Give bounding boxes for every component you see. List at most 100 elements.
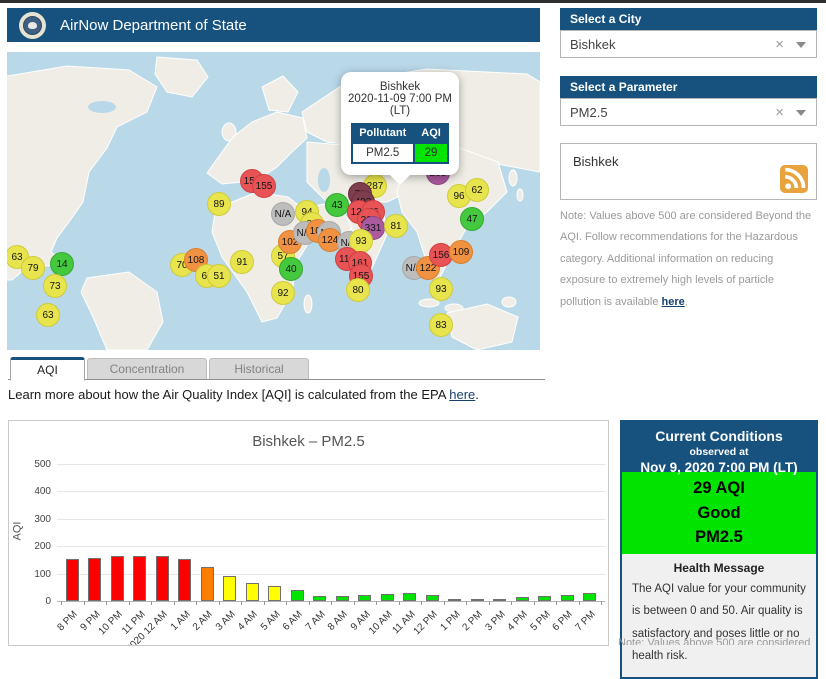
- x-tick: [601, 601, 602, 605]
- current-conditions-title: Current Conditions: [655, 428, 783, 444]
- world-aqi-map[interactable]: 6379147363891561557010869519157102N/A948…: [7, 52, 540, 350]
- aqi-parameter: PM2.5: [695, 528, 743, 547]
- bar-11-pm[interactable]: [133, 556, 147, 601]
- bar-6-am[interactable]: [290, 590, 304, 601]
- bar-1-pm[interactable]: [448, 599, 462, 601]
- map-marker-aqi[interactable]: 73: [43, 274, 67, 298]
- map-marker-aqi[interactable]: 155: [252, 174, 276, 198]
- tabs-underline: [8, 379, 545, 380]
- bar-5-pm[interactable]: [538, 596, 552, 601]
- chart-gridline: [57, 491, 605, 493]
- bar-5-am[interactable]: [268, 586, 282, 601]
- chart-title: Bishkek – PM2.5: [252, 433, 365, 450]
- popup-timezone: (LT): [389, 105, 411, 117]
- city-clear-icon[interactable]: ×: [775, 37, 784, 52]
- bar-8-pm[interactable]: [65, 559, 79, 601]
- select-parameter-header: Select a Parameter: [560, 76, 817, 98]
- bar-1-am[interactable]: [178, 559, 192, 601]
- map-marker-aqi[interactable]: 92: [271, 281, 295, 305]
- learn-more-link[interactable]: here: [449, 387, 475, 402]
- bar-2020-12-am[interactable]: [155, 556, 169, 601]
- map-marker-aqi[interactable]: 43: [325, 193, 349, 217]
- chart-gridline: [57, 464, 605, 465]
- bar-10-pm[interactable]: [110, 556, 124, 601]
- x-tick: [466, 601, 467, 605]
- bar-10-am[interactable]: [380, 594, 394, 601]
- tab-historical[interactable]: Historical: [209, 358, 309, 379]
- map-marker-aqi[interactable]: 83: [429, 313, 453, 337]
- parameter-select-value: PM2.5: [570, 104, 608, 120]
- health-message-body: The AQI value for your community is betw…: [632, 583, 806, 663]
- map-marker-aqi[interactable]: 93: [429, 277, 453, 301]
- map-marker-aqi[interactable]: 63: [36, 303, 60, 327]
- feed-city-label: Bishkek: [573, 154, 619, 169]
- tab-aqi[interactable]: AQI: [10, 357, 85, 381]
- tab-concentration[interactable]: Concentration: [87, 358, 207, 379]
- bar-4-am[interactable]: [245, 583, 259, 601]
- learn-more-text: Learn more about how the Air Quality Ind…: [8, 387, 479, 402]
- x-tick: [421, 601, 422, 605]
- popup-pollutant-value: PM2.5: [350, 142, 415, 164]
- bar-8-am[interactable]: [335, 596, 349, 601]
- sidebar-note: Note: Values above 500 are considered Be…: [560, 206, 818, 313]
- city-feed-box: Bishkek: [560, 143, 817, 200]
- popup-aqi-value: 29: [412, 142, 450, 164]
- map-marker-aqi[interactable]: 91: [230, 250, 254, 274]
- x-tick: [534, 601, 535, 605]
- parameter-clear-icon[interactable]: ×: [775, 105, 784, 120]
- map-marker-aqi[interactable]: 81: [384, 214, 408, 238]
- rss-feed-icon[interactable]: [780, 165, 808, 193]
- y-tick-label: 200: [34, 541, 51, 553]
- aqi-category: Good: [697, 503, 741, 522]
- popup-col-pollutant: Pollutant: [351, 123, 415, 144]
- x-tick: [579, 601, 580, 605]
- bar-3-pm[interactable]: [493, 599, 507, 601]
- aqi-status-badge: 29 AQI Good PM2.5: [622, 472, 816, 554]
- map-marker-aqi[interactable]: 109: [449, 240, 473, 264]
- x-tick: [174, 601, 175, 605]
- popup-col-aqi: AQI: [413, 123, 449, 144]
- city-select-value: Bishkek: [570, 36, 616, 52]
- bar-2-pm[interactable]: [470, 599, 484, 601]
- bar-9-am[interactable]: [358, 595, 372, 601]
- x-tick: [61, 601, 62, 605]
- x-tick: [241, 601, 242, 605]
- bar-11-am[interactable]: [403, 593, 417, 601]
- chevron-down-icon[interactable]: [796, 109, 806, 121]
- chevron-down-icon[interactable]: [796, 41, 806, 53]
- map-marker-aqi[interactable]: 62: [465, 178, 489, 202]
- x-tick: [106, 601, 107, 605]
- city-select[interactable]: Bishkek ×: [560, 30, 817, 58]
- map-marker-aqi[interactable]: 89: [207, 192, 231, 216]
- bar-12-pm[interactable]: [425, 595, 439, 601]
- map-marker-aqi[interactable]: 14: [50, 252, 74, 276]
- map-marker-aqi[interactable]: 80: [346, 278, 370, 302]
- bar-7-pm[interactable]: [583, 593, 597, 601]
- app-title: AirNow Department of State: [60, 16, 247, 34]
- popup-datetime: 2020-11-09 7:00 PM: [348, 93, 452, 105]
- parameter-select[interactable]: PM2.5 ×: [560, 98, 817, 126]
- x-tick: [354, 601, 355, 605]
- x-tick: [286, 601, 287, 605]
- map-marker-aqi[interactable]: 40: [279, 257, 303, 281]
- select-city-header: Select a City: [560, 8, 817, 30]
- app-header: AirNow Department of State: [7, 8, 540, 42]
- bar-4-pm[interactable]: [515, 597, 529, 601]
- airnow-dos-page: { "header": { "title": "AirNow Departmen…: [0, 0, 826, 679]
- x-tick: [84, 601, 85, 605]
- bar-6-pm[interactable]: [560, 595, 574, 601]
- map-marker-aqi[interactable]: 47: [460, 207, 484, 231]
- bar-7-am[interactable]: [313, 596, 327, 601]
- x-tick: [219, 601, 220, 605]
- map-marker-aqi[interactable]: N/A: [271, 202, 295, 226]
- x-tick: [331, 601, 332, 605]
- chart-gridline: [57, 518, 605, 520]
- map-marker-aqi[interactable]: 79: [21, 256, 45, 280]
- bar-2-am[interactable]: [200, 567, 214, 601]
- sidebar-note-link[interactable]: here: [662, 296, 685, 308]
- x-tick: [511, 601, 512, 605]
- bar-9-pm[interactable]: [88, 558, 102, 601]
- x-tick: [489, 601, 490, 605]
- bar-3-am[interactable]: [223, 576, 237, 601]
- map-marker-aqi[interactable]: 51: [207, 264, 231, 288]
